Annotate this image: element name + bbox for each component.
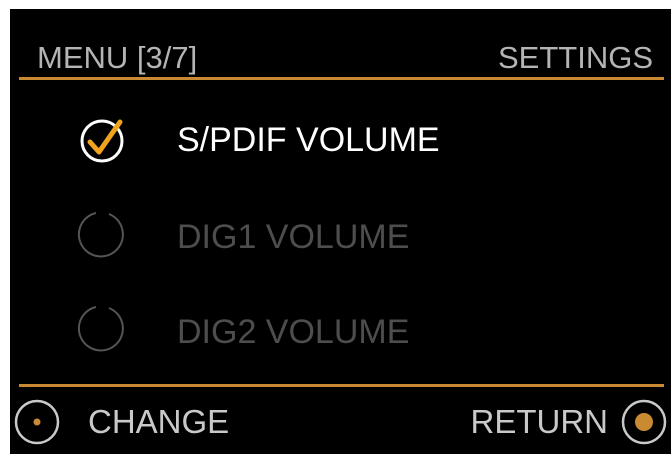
menu-item-label: DIG2 VOLUME <box>177 313 410 351</box>
menu-item-label: DIG1 VOLUME <box>177 218 410 256</box>
footer-divider <box>19 384 664 387</box>
change-label: CHANGE <box>88 403 230 440</box>
menu-header: MENU [3/7] SETTINGS <box>10 9 671 78</box>
menu-item-spdif-volume[interactable]: S/PDIF VOLUME <box>10 108 671 178</box>
section-title: SETTINGS <box>497 40 653 75</box>
change-button[interactable]: CHANGE <box>10 393 250 445</box>
knob-filled-icon <box>621 399 667 445</box>
menu-item-label: S/PDIF VOLUME <box>177 121 440 159</box>
menu-item-dig2-volume[interactable]: DIG2 VOLUME <box>10 300 671 370</box>
menu-item-dig1-volume[interactable]: DIG1 VOLUME <box>10 205 671 275</box>
device-screen: MENU [3/7] SETTINGS S/PDIF VOLUME DIG1 V… <box>10 9 671 454</box>
radio-empty-icon <box>77 306 124 352</box>
header-divider <box>19 77 664 80</box>
check-circle-icon <box>80 119 124 163</box>
knob-ring-icon <box>14 399 60 445</box>
return-label: RETURN <box>470 403 609 440</box>
radio-empty-icon <box>77 212 124 258</box>
menu-position-label: MENU [3/7] <box>37 40 198 75</box>
return-button[interactable]: RETURN <box>431 393 671 445</box>
